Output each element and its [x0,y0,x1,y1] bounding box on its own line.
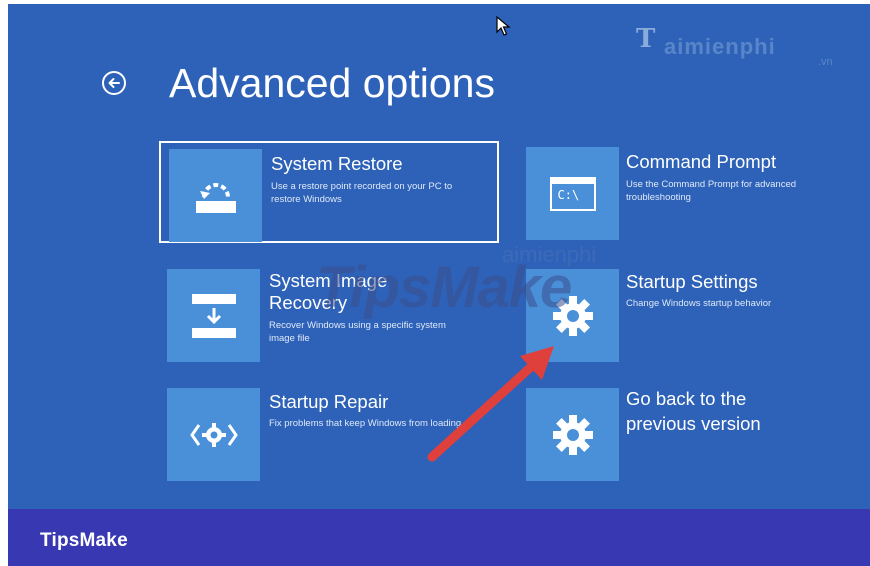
advanced-options-screen: T aimienphi .vn Advanced options System … [8,4,870,509]
footer-bar: TipsMake [8,509,870,566]
mouse-pointer-icon [496,16,511,36]
annotation-arrow-icon [427,346,554,462]
footer-brand-label: TipsMake [40,530,128,551]
